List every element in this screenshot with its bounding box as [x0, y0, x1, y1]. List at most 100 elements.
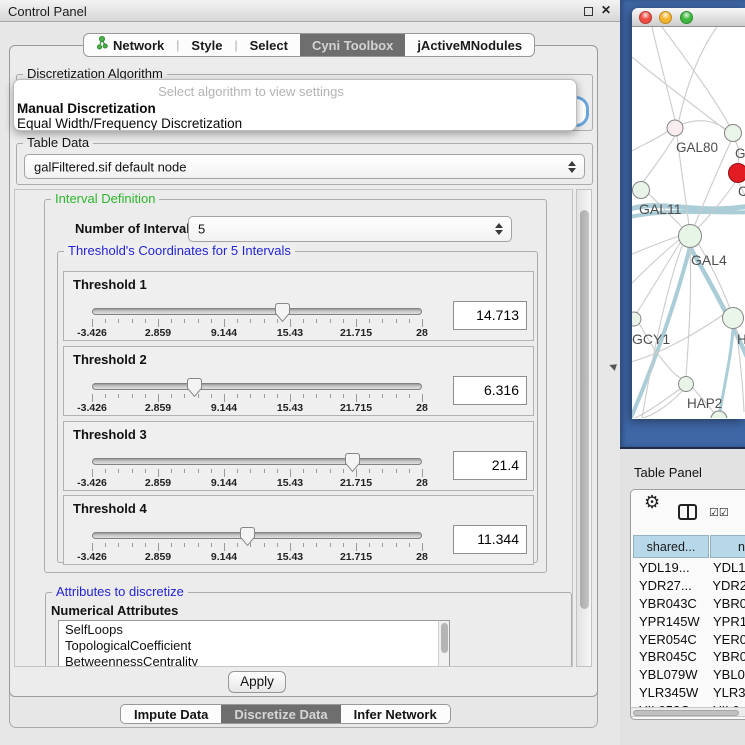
cell-shared-name: YBR043C: [633, 596, 709, 611]
slider-tick-label: 2.859: [145, 551, 171, 563]
node-label-partial-c: C: [738, 184, 745, 199]
close-traffic-light[interactable]: [639, 11, 652, 24]
table-header-row: shared... n: [633, 535, 745, 558]
table-row[interactable]: YPR145WYPR1: [633, 612, 745, 630]
table-horizontal-scrollbar[interactable]: [631, 707, 745, 717]
number-of-intervals-combobox[interactable]: 5: [188, 216, 512, 242]
slider-tick-label: 21.715: [340, 551, 372, 563]
cell-name: YDR2: [708, 578, 745, 593]
tab-jactivemnodules[interactable]: jActiveMNodules: [405, 34, 534, 56]
node-label-partial-h: H: [737, 332, 745, 347]
slider-ticks: [92, 469, 423, 477]
tab-impute-data[interactable]: Impute Data: [121, 705, 221, 723]
attribute-list-item[interactable]: TopologicalCoefficient: [59, 637, 449, 653]
table-row[interactable]: YBR043CYBR0: [633, 595, 745, 613]
slider-tick-label: -3.426: [77, 551, 107, 563]
table-row[interactable]: YER054CYER0: [633, 630, 745, 648]
threshold-value-field[interactable]: 6.316: [453, 376, 527, 405]
threshold-1-panel: Threshold 1-3.4262.8599.14415.4321.71528…: [63, 271, 534, 341]
node-label-gal4: GAL4: [691, 252, 727, 268]
numerical-attributes-list[interactable]: SelfLoopsTopologicalCoefficientBetweenne…: [58, 620, 450, 667]
table-data-combobox[interactable]: galFiltered.sif default node: [24, 154, 585, 179]
slider-tick-label: 28: [416, 551, 428, 563]
minimize-traffic-light[interactable]: [659, 11, 672, 24]
table-row[interactable]: YLR345WYLR3: [633, 684, 745, 702]
cell-shared-name: YLR345W: [633, 685, 709, 700]
tab-cyni-toolbox[interactable]: Cyni Toolbox: [300, 34, 405, 56]
slider-ticks: [92, 319, 423, 327]
cell-name: YER0: [709, 632, 745, 647]
node-top-right[interactable]: [725, 125, 742, 142]
slider-track[interactable]: [92, 308, 422, 315]
slider-tick-label: 15.43: [277, 551, 303, 563]
attribute-list-item[interactable]: SelfLoops: [59, 621, 449, 637]
slider-track[interactable]: [92, 458, 422, 465]
column-header-shared-name[interactable]: shared...: [633, 535, 709, 558]
cell-shared-name: YDR27...: [633, 578, 708, 593]
attributes-group: Attributes to discretize Numerical Attri…: [45, 592, 572, 667]
apply-button[interactable]: Apply: [228, 671, 286, 693]
scrollbar-thumb[interactable]: [441, 623, 448, 653]
threshold-label: Threshold 2: [73, 352, 147, 367]
slider-tick-label: 28: [416, 402, 428, 414]
attributes-list-scrollbar[interactable]: [438, 621, 449, 667]
node-hap2[interactable]: [679, 377, 694, 392]
node-gal80[interactable]: [667, 120, 683, 136]
table-row[interactable]: YDL19...YDL1: [633, 559, 745, 577]
node-gal4[interactable]: [679, 225, 702, 248]
control-panel-titlebar[interactable]: Control Panel ✕: [0, 0, 620, 22]
attribute-list-item[interactable]: BetweennessCentrality: [59, 653, 449, 667]
number-of-intervals-value: 5: [198, 222, 205, 237]
select-columns-icon[interactable]: ☑☑: [709, 506, 729, 519]
float-window-icon[interactable]: [584, 7, 593, 16]
zoom-traffic-light[interactable]: [680, 11, 693, 24]
interval-definition-title: Interval Definition: [51, 191, 159, 207]
slider-tick-label: 21.715: [340, 477, 372, 489]
bottom-tab-bar: Impute Data Discretize Data Infer Networ…: [120, 704, 451, 724]
network-window-titlebar[interactable]: [632, 8, 745, 27]
close-icon[interactable]: ✕: [601, 3, 611, 17]
gear-icon[interactable]: ⚙: [644, 493, 660, 511]
slider-tick-label: -3.426: [77, 402, 107, 414]
node-gal11[interactable]: [633, 182, 650, 199]
threshold-coordinates-group: Threshold's Coordinates for 5 Intervals …: [57, 251, 538, 563]
tab-infer-network[interactable]: Infer Network: [341, 705, 450, 723]
attributes-title: Attributes to discretize: [52, 584, 188, 600]
tab-discretize-data[interactable]: Discretize Data: [221, 705, 340, 723]
threshold-label: Threshold 4: [73, 501, 147, 516]
slider-tick-label: 21.715: [340, 327, 372, 339]
table-row[interactable]: YBL079WYBL0: [633, 666, 745, 684]
threshold-value-field[interactable]: 21.4: [453, 451, 527, 480]
popup-option-equal-width-frequency[interactable]: Equal Width/Frequency Discretization: [17, 116, 242, 131]
threshold-value-field[interactable]: 11.344: [453, 525, 527, 554]
threshold-2-panel: Threshold 2-3.4262.8599.14415.4321.71528…: [63, 346, 534, 416]
slider-tick-label: -3.426: [77, 477, 107, 489]
scrollbar-thumb[interactable]: [580, 210, 589, 609]
main-vertical-scrollbar[interactable]: [576, 189, 592, 667]
network-canvas[interactable]: GAL80 GA C GAL11 GAL4 GCY1 H HAP2: [632, 27, 745, 418]
desktop-background: GAL80 GA C GAL11 GAL4 GCY1 H HAP2: [620, 0, 745, 449]
cell-shared-name: YER054C: [633, 632, 709, 647]
scrollbar-thumb[interactable]: [633, 710, 739, 717]
cell-name: YDL1: [709, 560, 745, 575]
threshold-3-panel: Threshold 3-3.4262.8599.14415.4321.71528…: [63, 421, 534, 491]
popup-option-manual-discretization[interactable]: Manual Discretization: [17, 101, 156, 116]
threshold-value-field[interactable]: 14.713: [453, 301, 527, 330]
node-label-gcy1: GCY1: [632, 331, 670, 347]
tab-select[interactable]: Select: [238, 34, 300, 56]
network-view-window: GAL80 GA C GAL11 GAL4 GCY1 H HAP2: [632, 8, 745, 419]
node-gcy1[interactable]: [632, 312, 641, 326]
cell-name: YBR0: [709, 596, 745, 611]
table-row[interactable]: YDR27...YDR2: [633, 577, 745, 595]
right-region: GAL80 GA C GAL11 GAL4 GCY1 H HAP2 Table …: [620, 0, 745, 745]
slider-track[interactable]: [92, 532, 422, 539]
columns-icon[interactable]: [678, 504, 697, 520]
node-selected-red[interactable]: [729, 164, 745, 183]
node-h[interactable]: [723, 308, 744, 329]
slider-track[interactable]: [92, 383, 422, 390]
slider-tick-label: 9.144: [211, 327, 237, 339]
table-row[interactable]: YBR045CYBR0: [633, 648, 745, 666]
tab-network[interactable]: Network: [84, 34, 176, 56]
column-header-name[interactable]: n: [710, 535, 745, 558]
tab-style[interactable]: Style: [179, 34, 234, 56]
